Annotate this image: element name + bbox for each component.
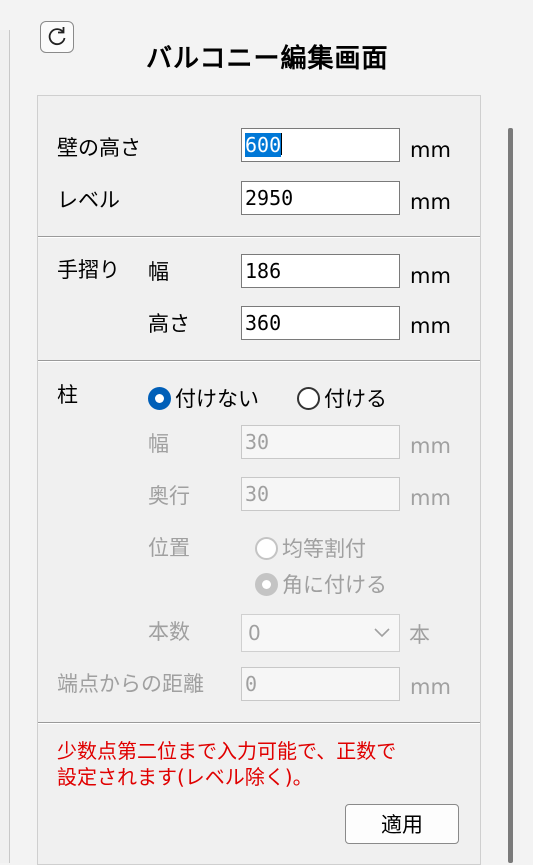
wall-height-label: 壁の高さ [57, 136, 141, 160]
position-even-radio[interactable]: 均等割付 [255, 533, 366, 563]
wall-height-value: 600 [245, 133, 282, 157]
pillar-width-label: 幅 [148, 432, 169, 456]
railing-width-input[interactable]: 186 [241, 254, 400, 288]
count-unit: 本 [409, 623, 430, 647]
pillar-depth-unit: mm [410, 486, 451, 510]
radio-selected-icon [148, 386, 171, 410]
position-label: 位置 [148, 536, 190, 560]
railing-height-unit: mm [410, 314, 451, 338]
distance-label: 端点からの距離 [57, 672, 204, 696]
pillar-width-unit: mm [410, 434, 451, 458]
pillar-none-radio[interactable]: 付けない [148, 383, 259, 413]
wall-height-unit: mm [410, 138, 451, 162]
count-value: 0 [248, 621, 261, 645]
level-unit: mm [410, 190, 451, 214]
wall-height-input[interactable]: 600 [241, 128, 400, 162]
radio-unselected-icon [297, 386, 320, 410]
pillar-label: 柱 [57, 383, 78, 407]
radio-unselected-icon [255, 536, 278, 560]
pillar-add-label: 付ける [324, 387, 387, 411]
distance-input[interactable]: 0 [241, 667, 400, 701]
railing-label: 手摺り [57, 258, 120, 282]
note-line-1: 少数点第二位まで入力可能で、正数で [57, 739, 397, 763]
distance-unit: mm [410, 675, 451, 699]
page-title: バルコニー編集画面 [146, 44, 389, 74]
railing-width-unit: mm [410, 264, 451, 288]
note-text: 少数点第二位まで入力可能で、正数で 設定されます(レベル除く)。 [57, 738, 396, 790]
note-line-2: 設定されます(レベル除く)。 [57, 765, 313, 789]
pillar-none-label: 付けない [175, 387, 259, 411]
position-even-label: 均等割付 [282, 537, 366, 561]
count-label: 本数 [148, 620, 190, 644]
pillar-depth-input[interactable]: 30 [241, 477, 400, 511]
count-select[interactable]: 0 [241, 614, 400, 652]
section-divider [38, 722, 480, 724]
section-divider [38, 236, 480, 238]
position-corner-radio[interactable]: 角に付ける [255, 569, 387, 599]
railing-width-label: 幅 [148, 260, 169, 284]
refresh-icon [48, 27, 66, 46]
left-pane-edge [0, 30, 10, 863]
level-label: レベル [57, 188, 120, 212]
pillar-width-input[interactable]: 30 [241, 425, 400, 459]
scrollbar[interactable] [508, 128, 513, 863]
apply-button[interactable]: 適用 [345, 804, 459, 844]
railing-height-label: 高さ [148, 312, 190, 336]
refresh-button[interactable] [40, 21, 74, 53]
pillar-depth-label: 奥行 [148, 484, 190, 508]
radio-selected-icon [255, 572, 278, 596]
chevron-down-icon [374, 628, 390, 638]
position-corner-label: 角に付ける [282, 573, 387, 597]
section-divider [38, 360, 480, 362]
railing-height-input[interactable]: 360 [241, 306, 400, 340]
pillar-add-radio[interactable]: 付ける [297, 383, 387, 413]
text-caret [281, 133, 283, 155]
level-input[interactable]: 2950 [241, 181, 400, 215]
